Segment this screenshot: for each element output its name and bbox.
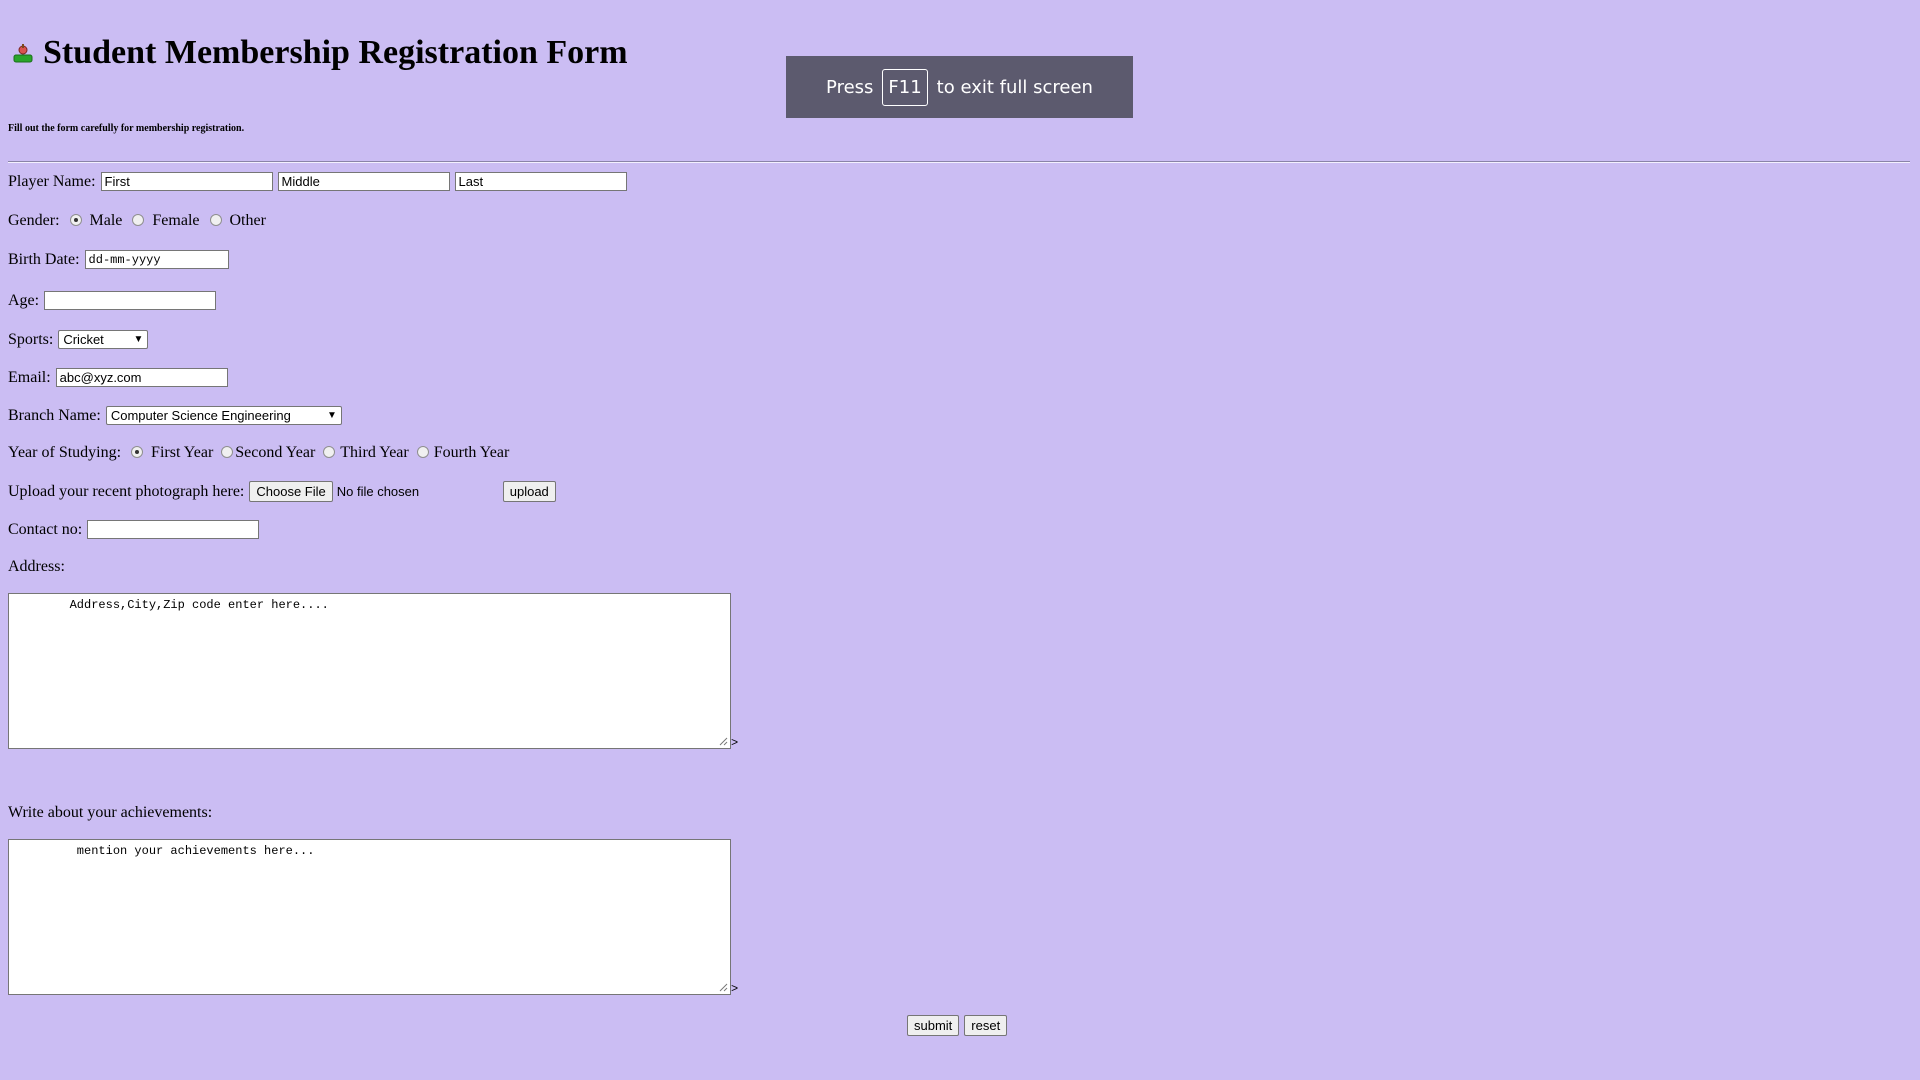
branch-selected: Computer Science Engineering xyxy=(110,408,291,423)
sports-select[interactable]: Cricket ▼ xyxy=(58,330,149,349)
last-name-input[interactable] xyxy=(454,172,627,191)
address-text: Address,City,Zip code enter here.... xyxy=(12,598,329,612)
gender-male-label: Male xyxy=(89,212,123,229)
toast-suffix-text: to exit full screen xyxy=(936,76,1093,98)
year-fourth-label: Fourth Year xyxy=(433,444,510,461)
gender-female-radio[interactable] xyxy=(132,214,145,226)
chevron-down-icon: ▼ xyxy=(133,334,144,345)
toast-press-text: Press xyxy=(826,76,874,98)
address-trailing-text: > xyxy=(731,736,739,750)
branch-select[interactable]: Computer Science Engineering ▼ xyxy=(105,406,342,425)
gender-other-radio[interactable] xyxy=(209,214,222,226)
file-status: No file chosen xyxy=(336,484,420,499)
year-third-radio[interactable] xyxy=(323,446,336,458)
chevron-down-icon: ▼ xyxy=(326,410,337,421)
email-input[interactable] xyxy=(55,368,228,387)
middle-name-input[interactable] xyxy=(277,172,450,191)
year-first-radio[interactable] xyxy=(131,446,144,458)
page-title: Student Membership Registration Form xyxy=(43,34,628,71)
branch-label: Branch Name: xyxy=(8,406,101,424)
year-row: Year of Studying: First Year Second Year… xyxy=(8,444,509,462)
email-label: Email: xyxy=(8,368,51,386)
gender-female-label: Female xyxy=(152,212,200,229)
branch-row: Branch Name: Computer Science Engineerin… xyxy=(8,406,342,425)
sports-selected: Cricket xyxy=(63,332,104,347)
gender-label: Gender: xyxy=(8,212,60,229)
achievements-textarea[interactable]: mention your achievements here... xyxy=(8,839,731,995)
title-row: Student Membership Registration Form xyxy=(12,34,628,72)
page-subtitle: Fill out the form carefully for membersh… xyxy=(8,123,245,134)
year-first-label: First Year xyxy=(151,444,214,461)
address-textarea[interactable]: Address,City,Zip code enter here.... xyxy=(8,593,731,749)
fullscreen-toast: Press F11 to exit full screen xyxy=(786,56,1133,118)
contact-row: Contact no: xyxy=(8,520,260,539)
photo-label: Upload your recent photograph here: xyxy=(8,482,245,500)
resize-grip-icon[interactable] xyxy=(719,737,728,746)
first-name-input[interactable] xyxy=(100,172,273,191)
sports-row: Sports: Cricket ▼ xyxy=(8,330,149,349)
contact-input[interactable] xyxy=(87,520,260,539)
year-label: Year of Studying: xyxy=(8,444,122,461)
age-label: Age: xyxy=(8,291,40,309)
birth-date-input[interactable]: dd-mm-yyyy xyxy=(84,250,229,269)
divider xyxy=(8,161,1910,163)
resize-grip-icon[interactable] xyxy=(719,983,728,992)
photo-row: Upload your recent photograph here: Choo… xyxy=(8,481,556,502)
gender-row: Gender: Male Female Other xyxy=(8,212,266,230)
upload-button[interactable]: upload xyxy=(502,481,556,502)
birth-date-row: Birth Date: dd-mm-yyyy xyxy=(8,250,229,269)
age-row: Age: xyxy=(8,291,217,310)
sports-label: Sports: xyxy=(8,330,54,348)
year-third-label: Third Year xyxy=(340,444,409,461)
gender-other-label: Other xyxy=(229,212,266,229)
year-fourth-radio[interactable] xyxy=(416,446,429,458)
reset-button[interactable]: reset xyxy=(964,1015,1008,1036)
form-actions: submit reset xyxy=(907,1015,1008,1036)
choose-file-button[interactable]: Choose File xyxy=(249,481,333,502)
submit-button[interactable]: submit xyxy=(907,1015,960,1036)
birth-date-label: Birth Date: xyxy=(8,250,80,268)
achievements-text: mention your achievements here... xyxy=(12,844,315,858)
birth-date-placeholder: dd-mm-yyyy xyxy=(88,252,161,267)
contact-label: Contact no: xyxy=(8,520,83,538)
player-name-label: Player Name: xyxy=(8,172,96,190)
year-second-label: Second Year xyxy=(235,444,316,461)
email-row: Email: xyxy=(8,368,228,387)
gender-male-radio[interactable] xyxy=(69,214,82,226)
address-label: Address: xyxy=(8,558,65,575)
achievements-label: Write about your achievements: xyxy=(8,804,213,821)
year-second-radio[interactable] xyxy=(221,446,234,458)
toast-key: F11 xyxy=(882,68,928,106)
achievements-trailing-text: > xyxy=(731,982,739,996)
age-input[interactable] xyxy=(44,291,217,310)
player-name-row: Player Name: xyxy=(8,172,627,191)
sport-logo-icon xyxy=(12,42,34,64)
